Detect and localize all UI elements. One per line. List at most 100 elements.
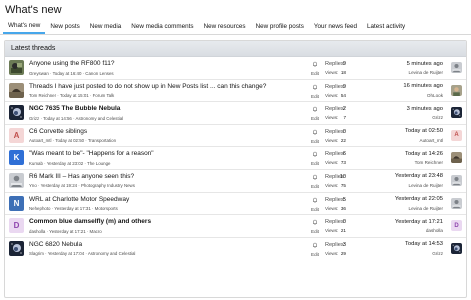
thread-meta: Slagrim · Yesterday at 17:04 · Astronomy…: [29, 251, 136, 257]
views-count: 29: [340, 250, 346, 256]
nebula-photo-avatar-icon[interactable]: [451, 242, 462, 254]
latest-threads-panel: Latest threads Anyone using the RF800 f1…: [4, 40, 467, 298]
edit-link[interactable]: Edit: [311, 252, 319, 257]
views-count: 36: [340, 205, 346, 211]
tab-new-media[interactable]: New media: [85, 23, 127, 34]
last-post-user[interactable]: Levina de Ruijter: [409, 183, 443, 188]
edit-link[interactable]: Edit: [311, 139, 319, 144]
bell-icon[interactable]: [312, 151, 318, 158]
thread-title-link[interactable]: NGC 7635 The Bubble Nebula: [29, 105, 120, 112]
thread-title-link[interactable]: Common blue damselfly (m) and others: [29, 218, 151, 225]
last-post-user[interactable]: Grizz: [432, 251, 443, 256]
thread-title-link[interactable]: Anyone using the RF800 f11?: [29, 60, 115, 67]
tab-whats-new[interactable]: What's new: [3, 22, 46, 34]
last-post-time[interactable]: Today at 14:26: [405, 151, 443, 157]
bell-icon[interactable]: [312, 197, 318, 203]
thread-meta: Nehephoto · Yesterday at 17:31 · Motorsp…: [29, 206, 118, 212]
tab-new-media-comments[interactable]: New media comments: [126, 23, 198, 34]
section-title: Latest threads: [5, 41, 466, 57]
views-count: 75: [340, 182, 346, 188]
bell-icon[interactable]: [312, 129, 318, 135]
thread-meta: dasholla · Yesterday at 17:21 · Macro: [29, 228, 102, 234]
last-post-user[interactable]: dasholla: [426, 228, 443, 233]
bell-icon[interactable]: [312, 106, 318, 112]
author-avatar-letter[interactable]: A: [9, 127, 24, 143]
tab-your-news-feed[interactable]: Your news feed: [309, 23, 362, 34]
author-avatar-letter[interactable]: N: [9, 195, 24, 211]
thread-row: Anyone using the RF800 f11? Greyswan · To…: [5, 57, 466, 80]
last-post-time[interactable]: 16 minutes ago: [403, 83, 443, 89]
edit-link[interactable]: Edit: [311, 184, 319, 189]
thread-title-link[interactable]: R6 Mark III – Has anyone seen this?: [29, 173, 134, 180]
thread-row: R6 Mark III – Has anyone seen this? Yno ·…: [5, 170, 466, 193]
bell-icon[interactable]: [312, 174, 318, 180]
camera-photo-avatar-icon[interactable]: [9, 60, 24, 75]
wildlife-photo-avatar-icon[interactable]: [9, 82, 24, 98]
last-post-time[interactable]: Yesterday at 23:48: [395, 173, 443, 179]
tab-latest-activity[interactable]: Latest activity: [362, 23, 410, 34]
bell-icon[interactable]: [312, 84, 318, 90]
thread-row: A C6 Corvette siblings Autoart_mtl · Today…: [5, 125, 466, 148]
last-post-time[interactable]: 5 minutes ago: [407, 61, 443, 67]
bell-icon[interactable]: [312, 242, 318, 248]
author-avatar-letter[interactable]: D: [9, 218, 24, 234]
replies-count: 10: [339, 173, 346, 180]
last-post-time[interactable]: Today at 14:53: [405, 241, 443, 247]
last-poster-avatar-letter[interactable]: A: [451, 129, 462, 141]
bell-icon[interactable]: [312, 219, 318, 225]
thread-row: D Common blue damselfly (m) and others das…: [5, 215, 466, 238]
last-post-user[interactable]: OhLook: [427, 93, 443, 98]
thread-title-link[interactable]: WRL at Charlotte Motor Speedway: [29, 196, 129, 203]
thread-title-link[interactable]: NGC 6820 Nebula: [29, 241, 82, 248]
replies-count: 9: [342, 83, 346, 90]
gray-user-avatar-icon[interactable]: [451, 197, 462, 209]
thread-row: NGC 6820 Nebula Slagrim · Yesterday at 17…: [5, 238, 466, 261]
gray-user-avatar-icon[interactable]: [451, 174, 462, 186]
edit-link[interactable]: Edit: [311, 207, 319, 212]
photo-avatar-icon[interactable]: [451, 84, 462, 96]
last-post-user[interactable]: Tom Reichner: [415, 160, 443, 165]
thread-title-link[interactable]: Threads I have just posted to do not sho…: [29, 83, 266, 90]
views-count: 21: [340, 228, 346, 234]
thread-title-link[interactable]: "Was meant to be"- "Happens for a reason…: [29, 150, 154, 157]
last-post-time[interactable]: Yesterday at 17:21: [395, 219, 443, 225]
replies-count: 6: [342, 151, 346, 158]
last-post-time[interactable]: Yesterday at 22:05: [395, 196, 443, 202]
edit-link[interactable]: Edit: [311, 116, 319, 121]
tab-new-posts[interactable]: New posts: [45, 23, 84, 34]
edit-link[interactable]: Edit: [311, 71, 319, 76]
tab-bar: What's new New posts New media New media…: [0, 17, 471, 35]
thread-row: K "Was meant to be"- "Happens for a reaso…: [5, 147, 466, 170]
nebula-photo-avatar-icon[interactable]: [9, 105, 24, 121]
wildlife-photo-avatar-icon[interactable]: [451, 152, 462, 164]
edit-link[interactable]: Edit: [311, 229, 319, 234]
last-poster-avatar-letter[interactable]: D: [451, 220, 462, 232]
tab-new-profile-posts[interactable]: New profile posts: [251, 23, 309, 34]
gray-user-avatar-icon[interactable]: [9, 172, 24, 188]
replies-count: 5: [342, 196, 346, 203]
thread-meta: Kumab · Yesterday at 23:02 · The Lounge: [29, 160, 111, 166]
last-post-user[interactable]: Grizz: [432, 115, 443, 120]
replies-count: 0: [342, 128, 346, 135]
bell-icon[interactable]: [312, 61, 318, 67]
replies-count: 9: [342, 61, 346, 67]
nebula-photo-avatar-icon[interactable]: [9, 240, 24, 256]
author-avatar-letter[interactable]: K: [9, 150, 24, 166]
views-count: 73: [340, 160, 346, 166]
thread-title-link[interactable]: C6 Corvette siblings: [29, 128, 87, 135]
thread-row: N WRL at Charlotte Motor Speedway Nehephot…: [5, 193, 466, 216]
tab-new-resources[interactable]: New resources: [199, 23, 251, 34]
edit-link[interactable]: Edit: [311, 161, 319, 166]
last-post-time[interactable]: Today at 02:50: [405, 128, 443, 134]
edit-link[interactable]: Edit: [311, 94, 319, 99]
views-count: 54: [340, 92, 346, 98]
views-count: 22: [340, 137, 346, 143]
last-post-user[interactable]: Levina de Ruijter: [409, 206, 443, 211]
last-post-user[interactable]: Autoart_mtl: [420, 138, 444, 143]
views-count: 7: [343, 115, 346, 121]
last-post-user[interactable]: Levina de Ruijter: [409, 70, 443, 75]
gray-user-avatar-icon[interactable]: [451, 62, 462, 73]
thread-list: Anyone using the RF800 f11? Greyswan · To…: [5, 57, 466, 260]
nebula-photo-avatar-icon[interactable]: [451, 107, 462, 119]
last-post-time[interactable]: 3 minutes ago: [407, 106, 443, 112]
